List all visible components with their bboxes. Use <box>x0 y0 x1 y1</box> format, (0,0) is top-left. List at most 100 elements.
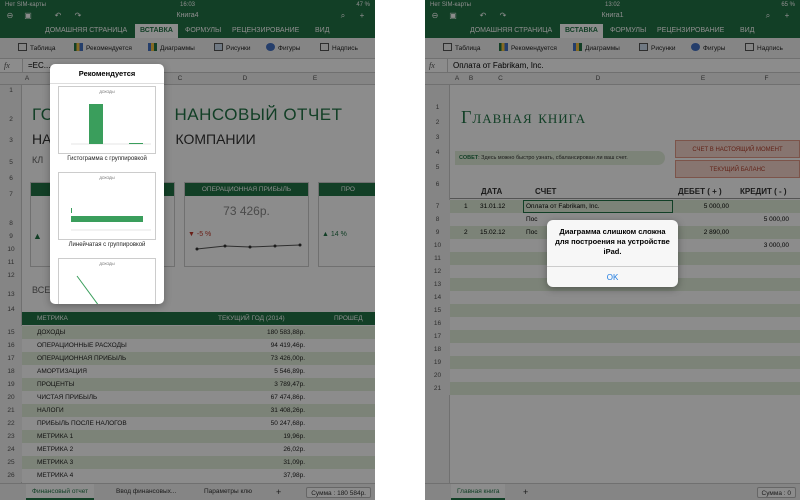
search-icon[interactable]: ⌕ <box>337 10 349 22</box>
sheet-tab-financial[interactable]: Финансовый отчет <box>26 484 95 500</box>
sheet-tab-ledger[interactable]: Главная книга <box>451 484 506 500</box>
popover-title: Рекомендуется <box>50 64 164 84</box>
row-num: 16 <box>425 317 450 330</box>
recommended-label: Рекомендуется <box>511 45 557 52</box>
tab-home[interactable]: ДОМАШНЯЯ СТРАНИЦА <box>40 24 132 38</box>
empty-ledger-row[interactable]: 18 <box>425 343 800 356</box>
empty-ledger-row[interactable]: 17 <box>425 330 800 343</box>
picture-icon <box>214 43 223 51</box>
empty-ledger-row[interactable]: 20 <box>425 369 800 382</box>
tab-formulas[interactable]: ФОРМУЛЫ <box>605 24 651 38</box>
charts-button[interactable]: Диаграммы <box>573 43 620 54</box>
table-button[interactable]: Таблица <box>443 43 481 54</box>
metric-row[interactable]: 26 МЕТРИКА 4 37,98р. <box>0 469 375 482</box>
col-header-d[interactable]: D <box>523 73 673 85</box>
shapes-button[interactable]: Фигуры <box>266 43 300 54</box>
add-sheet-button[interactable]: + <box>270 484 287 500</box>
search-icon[interactable]: ⌕ <box>762 10 774 22</box>
sheet-tab-input[interactable]: Ввод финансовых... <box>110 484 182 500</box>
chart-thumb-bar[interactable]: ДОХОДЫ <box>58 172 156 240</box>
kpi-delta: ▼ -5 % <box>188 231 211 238</box>
ledger-row[interactable]: 7 1 31.01.12 Оплата от Fabrikam, Inc. 5 000,… <box>425 200 800 213</box>
row-num: 19 <box>0 378 22 391</box>
row-num: 2 <box>435 119 440 126</box>
metric-row[interactable]: 22 ПРИБЫЛЬ ПОСЛЕ НАЛОГОВ 50 247,68р. <box>0 417 375 430</box>
fx-icon: fx <box>4 61 10 70</box>
sum-indicator[interactable]: Сумма : 180 584р. <box>306 487 371 498</box>
empty-ledger-row[interactable]: 15 <box>425 304 800 317</box>
col-header-a[interactable]: A <box>22 73 32 85</box>
add-sheet-button[interactable]: + <box>517 484 534 500</box>
tab-home[interactable]: ДОМАШНЯЯ СТРАНИЦА <box>465 24 557 38</box>
insert-ribbon: Таблица Рекомендуется Диаграммы Рисунки … <box>0 38 375 59</box>
row-num: 8 <box>425 213 450 226</box>
empty-ledger-row[interactable]: 14 <box>425 291 800 304</box>
row-num: 3 <box>435 134 440 141</box>
metric-row[interactable]: 25 МЕТРИКА 3 31,09р. <box>0 456 375 469</box>
title-bar: ⊖ ▣ ↶ ↷ Книга4 ⌕ + <box>0 10 375 22</box>
metric-name: ПРОЦЕНТЫ <box>37 381 75 388</box>
tab-review[interactable]: РЕЦЕНЗИРОВАНИЕ <box>227 24 304 38</box>
up-arrow-icon: ▲ <box>322 231 331 238</box>
metric-row[interactable]: 18 АМОРТИЗАЦИЯ 5 546,89р. <box>0 365 375 378</box>
title-bar: ⊖ ▣ ↶ ↷ Книга1 ⌕ + <box>425 10 800 22</box>
metric-row[interactable]: 23 МЕТРИКА 1 19,96р. <box>0 430 375 443</box>
chart-caption-column: Гистограмма с группировкой <box>67 156 147 162</box>
row-num: 13 <box>7 291 15 298</box>
sheet-tab-params[interactable]: Параметры клю <box>198 484 258 500</box>
textbox-button[interactable]: Надпись <box>320 43 358 54</box>
textbox-button[interactable]: Надпись <box>745 43 783 54</box>
col-header-b[interactable]: B <box>464 73 478 85</box>
preview-bar <box>71 208 72 213</box>
tab-view[interactable]: ВИД <box>310 24 334 38</box>
metric-row[interactable]: 20 ЧИСТАЯ ПРИБЫЛЬ 67 474,86р. <box>0 391 375 404</box>
tab-insert[interactable]: ВСТАВКА <box>135 24 178 38</box>
col-header-a[interactable]: A <box>450 73 464 85</box>
shapes-icon <box>691 43 700 51</box>
col-header-e[interactable]: E <box>290 73 340 85</box>
entry-debit: 2 890,00 <box>703 229 729 236</box>
formula-input[interactable]: =ЕС... <box>22 59 50 73</box>
pictures-button[interactable]: Рисунки <box>214 43 251 54</box>
alert-ok-button[interactable]: OK <box>547 266 678 287</box>
selected-cell[interactable] <box>523 200 673 213</box>
recommended-button[interactable]: Рекомендуется <box>74 43 132 54</box>
report-title-end: НАНСОВЫЙ ОТЧЕТ <box>174 105 343 124</box>
textbox-icon <box>320 43 329 51</box>
entry-account: Пос <box>526 229 538 236</box>
tab-view[interactable]: ВИД <box>735 24 759 38</box>
pictures-button[interactable]: Рисунки <box>639 43 676 54</box>
empty-ledger-row[interactable]: 21 <box>425 382 800 395</box>
metric-row[interactable]: 15 ДОХОДЫ 180 583,88р. <box>0 326 375 339</box>
empty-ledger-row[interactable]: 19 <box>425 356 800 369</box>
chart-thumb-line[interactable]: ДОХОДЫ <box>58 258 156 304</box>
shapes-button[interactable]: Фигуры <box>691 43 725 54</box>
chart-thumb-column[interactable]: ДОХОДЫ <box>58 86 156 154</box>
metric-row[interactable]: 16 ОПЕРАЦИОННЫЕ РАСХОДЫ 94 419,46р. <box>0 339 375 352</box>
col-header-c[interactable]: C <box>478 73 523 85</box>
textbox-label: Надпись <box>332 45 358 52</box>
tab-insert[interactable]: ВСТАВКА <box>560 24 603 38</box>
tab-review[interactable]: РЕЦЕНЗИРОВАНИЕ <box>652 24 729 38</box>
metric-row[interactable]: 24 МЕТРИКА 2 26,02р. <box>0 443 375 456</box>
charts-button[interactable]: Диаграммы <box>148 43 195 54</box>
formula-input[interactable]: Оплата от Fabrikam, Inc. <box>447 59 544 73</box>
metric-row[interactable]: 17 ОПЕРАЦИОННАЯ ПРИБЫЛЬ 73 426,00р. <box>0 352 375 365</box>
entry-date: 15.02.12 <box>480 229 506 236</box>
col-header-c[interactable]: C <box>160 73 200 85</box>
sum-indicator[interactable]: Сумма : 0 <box>756 487 796 498</box>
recommended-button[interactable]: Рекомендуется <box>499 43 557 54</box>
col-header-f[interactable]: F <box>733 73 800 85</box>
share-icon[interactable]: + <box>356 10 368 22</box>
empty-ledger-row[interactable]: 16 <box>425 317 800 330</box>
col-header-d[interactable]: D <box>200 73 290 85</box>
ledger-header-row: ДАТА СЧЕТ ДЕБЕТ ( + ) КРЕДИТ ( - ) <box>450 185 800 199</box>
row-num: 10 <box>425 239 450 252</box>
metric-row[interactable]: 21 НАЛОГИ 31 408,26р. <box>0 404 375 417</box>
tab-formulas[interactable]: ФОРМУЛЫ <box>180 24 226 38</box>
metric-row[interactable]: 19 ПРОЦЕНТЫ 3 789,47р. <box>0 378 375 391</box>
share-icon[interactable]: + <box>781 10 793 22</box>
formula-bar: fx Оплата от Fabrikam, Inc. <box>425 59 800 73</box>
col-header-e[interactable]: E <box>673 73 733 85</box>
table-button[interactable]: Таблица <box>18 43 56 54</box>
